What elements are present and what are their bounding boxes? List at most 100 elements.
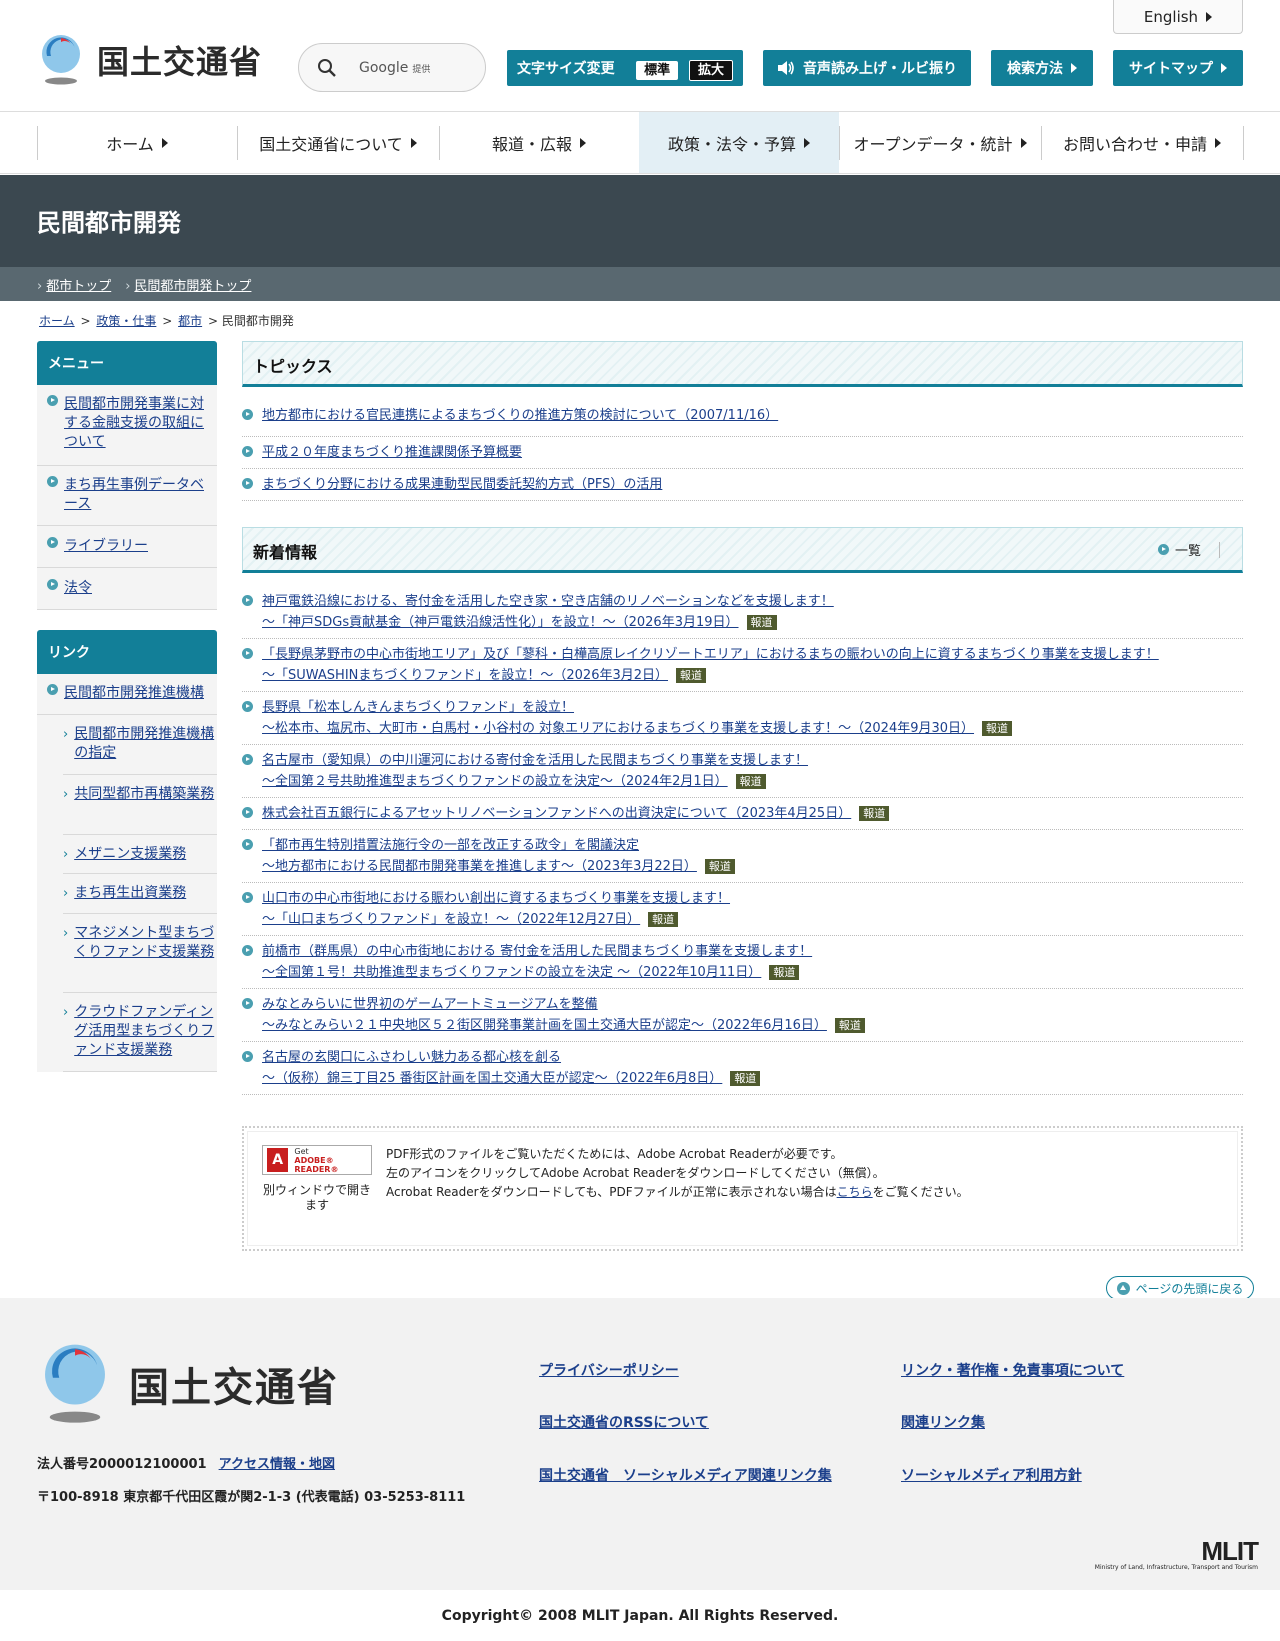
circle-arrow-icon (242, 701, 253, 712)
chevron-right-icon: › (63, 787, 69, 802)
circle-arrow-icon (242, 446, 253, 457)
search-placeholder: Google 提供 (359, 59, 431, 76)
press-badge: 報道 (735, 774, 766, 789)
news-list-link[interactable]: 一覧 (1157, 540, 1220, 559)
page-title: 民間都市開発 (37, 209, 181, 237)
nav-opendata[interactable]: オープンデータ・統計 (839, 112, 1041, 173)
breadcrumb-city[interactable]: 都市 (178, 314, 202, 328)
triangle-right-icon (1020, 137, 1027, 148)
triangle-right-icon (1221, 63, 1227, 73)
circle-arrow-icon (242, 754, 253, 765)
back-to-top-button[interactable]: ページの先頭に戻る (1106, 1276, 1254, 1300)
sidebar-item-finance[interactable]: 民間都市開発事業に対する金融支援の取組について (37, 385, 217, 466)
triangle-right-icon (410, 137, 417, 148)
corporate-number: 法人番号2000012100001 アクセス情報・地図 (37, 1457, 335, 1472)
arrow-up-icon (1116, 1281, 1130, 1295)
sidebar-item-library[interactable]: ライブラリー (37, 526, 217, 568)
pdf-notice-text: PDF形式のファイルをご覧いただくためには、Adobe Acrobat Read… (386, 1147, 969, 1199)
pdf-help-link[interactable]: こちら (837, 1185, 873, 1199)
chevron-right-icon: › (63, 847, 69, 862)
search-method-button[interactable]: 検索方法 (991, 50, 1093, 86)
breadcrumb-home[interactable]: ホーム (39, 314, 75, 328)
footer-link-social-list[interactable]: 国土交通省 ソーシャルメディア関連リンク集 (539, 1465, 832, 1485)
news-item: 株式会社百五銀行によるアセットリノベーションファンドへの出資決定について（202… (242, 803, 1243, 830)
footer: 国土交通省 法人番号2000012100001 アクセス情報・地図 〒100-89… (0, 1298, 1280, 1590)
font-size-standard-button[interactable]: 標準 (636, 60, 679, 80)
access-link[interactable]: アクセス情報・地図 (219, 1457, 335, 1472)
footer-link-copyright[interactable]: リンク・著作権・免責事項について (901, 1360, 1124, 1380)
breadcrumb-current: 民間都市開発 (221, 314, 294, 328)
sidebar-menu-title: メニュー (37, 341, 217, 385)
nav-contact[interactable]: お問い合わせ・申請 (1041, 112, 1243, 173)
new-window-note: 別ウィンドウで開きます (262, 1183, 371, 1212)
sidebar-subitem-management-fund[interactable]: › マネジメント型まちづくりファンド支援業務 (63, 914, 217, 993)
circle-arrow-icon (242, 648, 253, 659)
footer-logo-text: 国土交通省 (129, 1365, 339, 1411)
press-badge: 報道 (982, 721, 1013, 736)
font-size-large-button[interactable]: 拡大 (688, 59, 733, 81)
nav-home[interactable]: ホーム (37, 112, 237, 173)
page-banner: 民間都市開発 (0, 175, 1280, 267)
nav-press[interactable]: 報道・広報 (439, 112, 639, 173)
pdf-notice: A Get ADOBE® READER® 別ウィンドウで開きます PDF形式のファ… (242, 1126, 1243, 1251)
site-logo[interactable]: 国土交通省 (37, 34, 262, 86)
topics-header: トピックス (242, 341, 1243, 387)
chevron-right-icon: › (63, 886, 69, 901)
triangle-right-icon (1215, 137, 1221, 148)
footer-link-social-policy[interactable]: ソーシャルメディア利用方針 (901, 1465, 1082, 1485)
news-item: 「都市再生特別措置法施行令の一部を改正する政令」を閣議決定 ～地方都市における民間… (242, 835, 1243, 883)
footer-link-rss[interactable]: 国土交通省のRSSについて (539, 1412, 709, 1432)
sidebar-item-law[interactable]: 法令 (37, 568, 217, 610)
news-item: 長野県「松本しんきんまちづくりファンド」を設立！ ～松本市、塩尻市、大町市・白馬村… (242, 697, 1243, 745)
triangle-right-icon (161, 137, 168, 148)
sidebar-subitem-mezzanine[interactable]: › メザニン支援業務 (63, 835, 217, 874)
sitemap-button[interactable]: サイトマップ (1113, 50, 1243, 86)
circle-arrow-icon (242, 892, 253, 903)
press-badge: 報道 (730, 1071, 761, 1086)
footer-logo[interactable]: 国土交通省 (37, 1343, 339, 1425)
pdf-icon: A (267, 1148, 289, 1172)
voice-label: 音声読み上げ・ルビ振り (803, 61, 957, 77)
circle-arrow-icon (242, 595, 253, 606)
get-adobe-reader-button[interactable]: A Get ADOBE® READER® (262, 1145, 372, 1175)
subnav-private-dev-top[interactable]: 民間都市開発トップ (134, 279, 251, 294)
circle-arrow-icon (242, 807, 253, 818)
triangle-right-icon (580, 137, 586, 148)
press-badge: 報道 (676, 668, 707, 683)
footer-link-related[interactable]: 関連リンク集 (901, 1412, 985, 1432)
sidebar-subitem-joint[interactable]: › 共同型都市再構築業務 (63, 775, 217, 835)
speaker-icon (778, 61, 794, 75)
press-badge: 報道 (648, 912, 679, 927)
triangle-right-icon (1206, 11, 1213, 22)
list-item: まちづくり分野における成果連動型民間委託契約方式（PFS）の活用 (242, 469, 1243, 501)
circle-arrow-icon (47, 395, 58, 406)
news-item: 神戸電鉄沿線における、寄付金を活用した空き家・空き店舗のリノベーションなどを支援… (242, 591, 1243, 639)
circle-arrow-icon (47, 476, 58, 487)
sidebar-link-title: リンク (37, 630, 217, 674)
news-item: 名古屋の玄関口にふさわしい魅力ある都心核を創る ～（仮称）錦三丁目25 番街区計画… (242, 1047, 1243, 1095)
subnav-city-top[interactable]: 都市トップ (46, 279, 111, 294)
circle-arrow-icon (242, 478, 253, 489)
logo-text: 国土交通省 (97, 43, 263, 81)
sidebar-subitem-designation[interactable]: › 民間都市開発推進機構の指定 (63, 715, 217, 775)
news-item: みなとみらいに世界初のゲームアートミュージアムを整備 ～みなとみらい２１中央地区５… (242, 994, 1243, 1042)
nav-policy[interactable]: 政策・法令・予算 (639, 112, 839, 173)
footer-link-privacy[interactable]: プライバシーポリシー (539, 1360, 679, 1380)
search-method-label: 検索方法 (1007, 61, 1063, 77)
sidebar-subitem-crowdfunding[interactable]: › クラウドファンディング活用型まちづくりファンド支援業務 (63, 993, 217, 1072)
copyright: Copyright© 2008 MLIT Japan. All Rights R… (441, 1607, 839, 1624)
circle-arrow-icon (1157, 544, 1169, 555)
breadcrumb-policy[interactable]: 政策・仕事 (96, 314, 156, 328)
sidebar-item-minto[interactable]: 民間都市開発推進機構 (37, 674, 217, 715)
nav-about[interactable]: 国土交通省について (237, 112, 439, 173)
footer-address: 〒100-8918 東京都千代田区霞が関2-1-3 (代表電話) 03-5253… (37, 1490, 466, 1505)
english-link[interactable]: English (1113, 0, 1243, 34)
search-box[interactable]: Google 提供 (298, 43, 486, 92)
voice-button[interactable]: 音声読み上げ・ルビ振り (763, 50, 971, 86)
section-subnav: › 都市トップ › 民間都市開発トップ (0, 267, 1280, 301)
sidebar-item-database[interactable]: まち再生事例データベース (37, 466, 217, 526)
search-icon[interactable] (317, 58, 337, 78)
sidebar-subitem-investment[interactable]: › まち再生出資業務 (63, 874, 217, 914)
global-nav: ホーム 国土交通省について 報道・広報 政策・法令・予算 オープンデータ・統計 … (0, 111, 1280, 174)
english-label: English (1143, 7, 1199, 26)
